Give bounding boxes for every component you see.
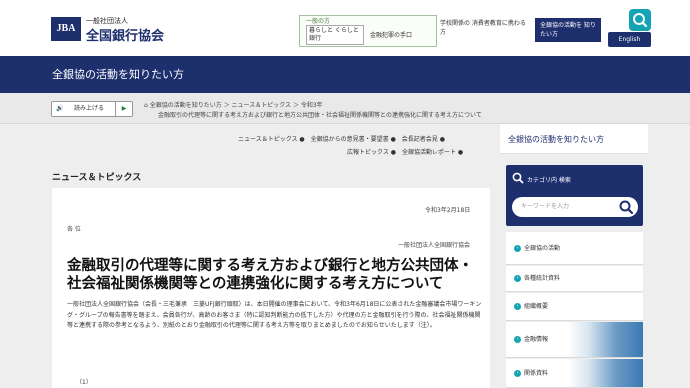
search-icon [633,13,648,28]
jba-logo[interactable]: JBA [51,17,81,41]
site-search-button[interactable] [629,9,651,31]
search-icon [512,172,524,184]
article-sender: 一般社団法人全国銀行協会 [398,242,471,249]
sidebar-item-financial-info[interactable]: › 金融情報 [506,322,643,358]
play-icon[interactable]: ▶ [115,102,132,116]
nav-life-and-banking[interactable]: 暮らしと くらしと銀行 [306,25,364,45]
sidebar-item-documents[interactable]: › 関係資料 [506,359,643,388]
chevron-right-icon: › [514,275,521,282]
category-search-label: カテゴリ内 検索 [527,177,571,184]
sidebar-item-organization[interactable]: › 組織概要 [506,293,643,321]
nav-education[interactable]: 学校関係の 消費者教育に携わる方 [440,19,528,37]
article-list-item: （1） [76,379,92,386]
general-public-tag: 一般の方 [306,18,331,25]
read-aloud-button[interactable]: 🔊 読み上げる ▶ [51,101,133,117]
search-submit-icon[interactable] [618,199,634,215]
nav-financial-crime[interactable]: 金融犯罪の手口 [370,30,412,39]
org-name[interactable]: 全国銀行協会 [86,25,164,44]
sidebar-title[interactable]: 全銀協の活動を知りたい方 [508,134,604,145]
chevron-right-icon: › [514,370,521,377]
chevron-right-icon: › [514,245,521,252]
speaker-icon: 🔊 [56,105,64,112]
section-heading: ニュース＆トピックス [52,173,142,183]
article-date: 令和3年2月18日 [425,207,471,214]
nav-jba-activities[interactable]: 全銀協の活動を 知りたい方 [535,18,601,42]
subnav-row-2[interactable]: 広報トピックス ● 全銀協活動レポート ● [347,147,463,156]
chevron-right-icon: › [514,303,521,310]
sidebar-item-statistics[interactable]: › 各種統計資料 [506,266,643,292]
breadcrumb[interactable]: ⌂ 全銀協の活動を知りたい方 ＞ ニュース＆トピックス ＞ 令和3年 [144,100,323,109]
page-title: 金融取引の代理等に関する考え方および銀行と地方公共団体・社会福祉関係機関等との連… [67,258,473,292]
article-body: 一般社団法人全国銀行協会（会長・三毛兼承 三菱UFJ銀行頭取）は、本日開催の理事… [67,301,482,329]
read-aloud-label: 読み上げる [74,105,105,112]
banner-title: 全銀協の活動を知りたい方 [52,68,184,81]
sidebar-item-activities[interactable]: › 全銀協の活動 [506,232,643,265]
subnav-row-1[interactable]: ニュース＆トピックス ● 全銀協からの意見書・要望書 ● 会長記者会見 ● [238,134,445,143]
english-button[interactable]: English [608,32,651,47]
breadcrumb-current: 金融取引の代理等に関する考え方および銀行と地方公共団体・社会福祉関係機関等との連… [158,112,482,119]
article-recipient: 各 位 [67,226,81,233]
chevron-right-icon: › [514,336,521,343]
